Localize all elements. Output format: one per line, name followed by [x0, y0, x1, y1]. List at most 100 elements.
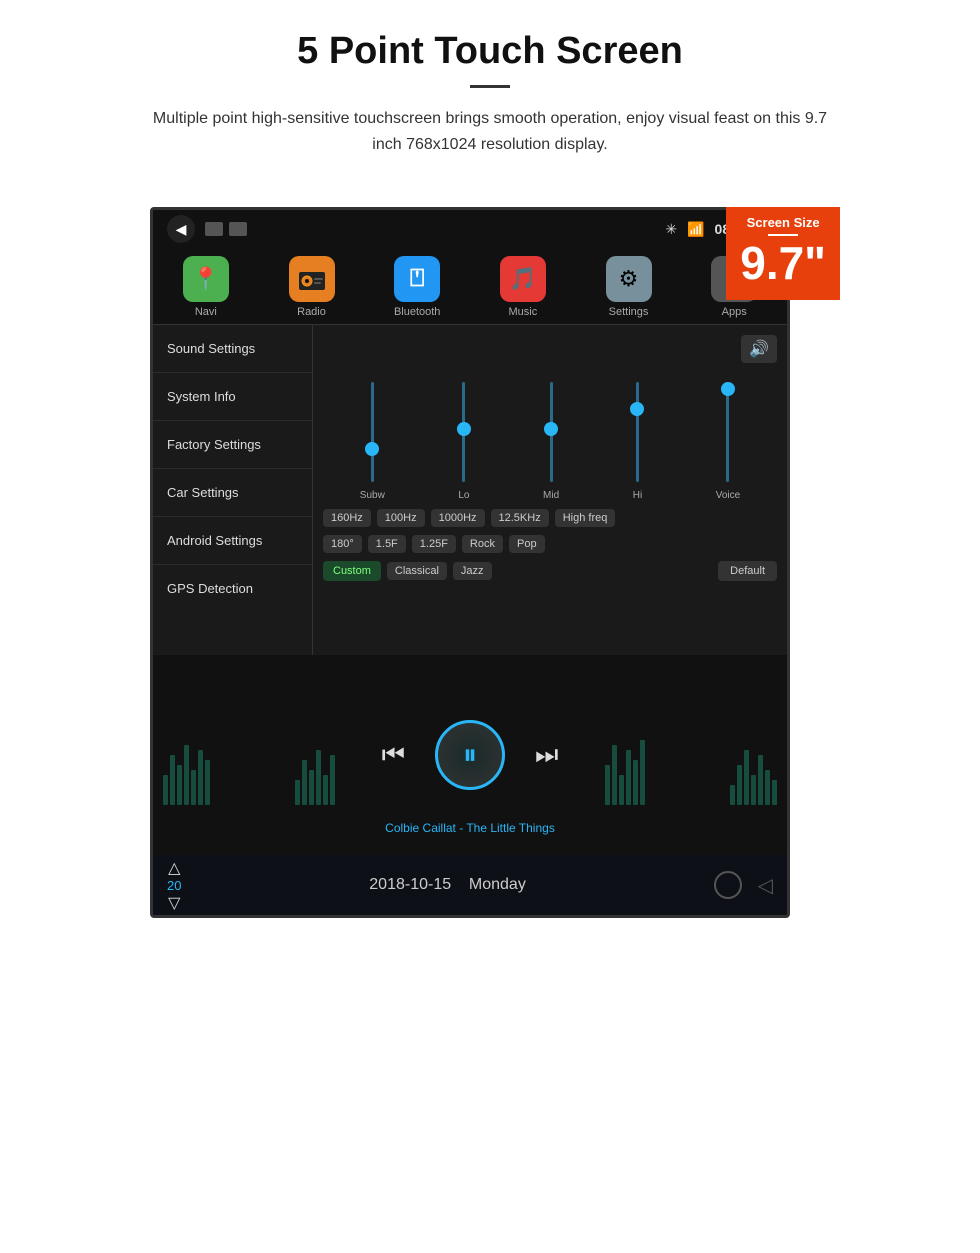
viz-bar [316, 750, 321, 805]
preset-btn-rock[interactable]: Rock [462, 535, 503, 553]
slider-thumb-mid[interactable] [544, 422, 558, 436]
viz-bar [205, 760, 210, 805]
sidebar-item-factory-settings[interactable]: Factory Settings [153, 421, 312, 469]
nav-label-bluetooth: Bluetooth [394, 306, 440, 318]
eq-slider-mid: Mid [543, 382, 559, 501]
volume-up-button[interactable]: △ [168, 858, 180, 878]
screen-badge-label: Screen Size [740, 215, 826, 230]
eq-slider-lo: Lo [458, 382, 469, 501]
volume-button[interactable]: 🔊 [741, 335, 777, 363]
nav-label-settings: Settings [609, 306, 649, 318]
slider-thumb-hi[interactable] [630, 402, 644, 416]
battery-icon [205, 222, 223, 236]
status-bar: ◀ ✳ 📶 08:11 ⌃ [153, 210, 787, 248]
eq-slider-subw: Subw [360, 382, 385, 501]
volume-down-button[interactable]: ▽ [168, 893, 180, 913]
slider-thumb-lo[interactable] [457, 422, 471, 436]
nav-item-settings[interactable]: ⚙ Settings [576, 248, 682, 324]
preset-btn-180[interactable]: 180° [323, 535, 362, 553]
eq-slider-voice: Voice [716, 382, 740, 501]
home-button[interactable] [714, 871, 742, 899]
page-title: 5 Point Touch Screen [60, 30, 920, 73]
nav-icon-bluetooth: ⍞ [394, 256, 440, 302]
nav-item-bluetooth[interactable]: ⍞ Bluetooth [364, 248, 470, 324]
viz-bars-left [163, 745, 210, 805]
sidebar-item-gps-detection[interactable]: GPS Detection [153, 565, 312, 612]
slider-label-lo: Lo [458, 490, 469, 501]
preset-btn-15f[interactable]: 1.5F [368, 535, 406, 553]
nav-icon-radio [289, 256, 335, 302]
track-name: Colbie Caillat - The Little Things [385, 821, 555, 835]
mode-btn-classical[interactable]: Classical [387, 562, 447, 580]
viz-bar [640, 740, 645, 805]
play-pause-button[interactable]: ⏸ [435, 720, 505, 790]
screen-badge-size: 9.7" [740, 237, 826, 289]
viz-bar [323, 775, 328, 805]
mode-btn-jazz[interactable]: Jazz [453, 562, 492, 580]
page-description: Multiple point high-sensitive touchscree… [140, 106, 840, 157]
default-button[interactable]: Default [718, 561, 777, 581]
freq-btn-125khz[interactable]: 12.5KHz [491, 509, 549, 527]
slider-label-mid: Mid [543, 490, 559, 501]
slider-label-voice: Voice [716, 490, 740, 501]
viz-bar [330, 755, 335, 805]
viz-bar [744, 750, 749, 805]
slider-label-hi: Hi [633, 490, 642, 501]
music-player: ⏮ ⏸ ⏭ Colbie Caillat - The Little Things [153, 655, 787, 855]
viz-bar [170, 755, 175, 805]
viz-bar [302, 760, 307, 805]
preset-btn-pop[interactable]: Pop [509, 535, 545, 553]
back-button[interactable]: ◀ [167, 215, 195, 243]
nav-item-music[interactable]: 🎵 Music [470, 248, 576, 324]
viz-bars-left2 [295, 750, 335, 805]
viz-bar [191, 770, 196, 805]
nav-label-navi: Navi [195, 306, 217, 318]
device-wrapper: Screen Size 9.7" ◀ ✳ 📶 08:11 ⌃ [150, 207, 830, 918]
volume-number: 20 [167, 878, 181, 893]
slider-track-hi[interactable] [636, 382, 639, 482]
next-button[interactable]: ⏭ [535, 739, 558, 771]
slider-track-voice[interactable] [726, 382, 729, 482]
viz-bars-right2 [730, 750, 777, 805]
screen-badge-divider [768, 234, 798, 236]
sidebar-item-system-info[interactable]: System Info [153, 373, 312, 421]
sidebar-item-android-settings[interactable]: Android Settings [153, 517, 312, 565]
freq-btn-1000hz[interactable]: 1000Hz [431, 509, 485, 527]
freq-btn-highfreq[interactable]: High freq [555, 509, 616, 527]
viz-bar [184, 745, 189, 805]
slider-track-mid[interactable] [550, 382, 553, 482]
signal-icon: 📶 [687, 221, 704, 238]
nav-bar: 📍 Navi Radio ⍞ Bluetooth [153, 248, 787, 325]
slider-thumb-subw[interactable] [365, 442, 379, 456]
sidebar: Sound Settings System Info Factory Setti… [153, 325, 313, 655]
viz-bar [619, 775, 624, 805]
eq-panel: 🔊 Subw Lo [313, 325, 787, 655]
back-triangle-button[interactable]: ◁ [758, 873, 773, 898]
sidebar-item-car-settings[interactable]: Car Settings [153, 469, 312, 517]
nav-item-navi[interactable]: 📍 Navi [153, 248, 259, 324]
preset-btn-125f[interactable]: 1.25F [412, 535, 456, 553]
eq-mode-row: Custom Classical Jazz Default [323, 561, 777, 581]
prev-button[interactable]: ⏮ [382, 739, 405, 771]
bluetooth-status-icon: ✳ [665, 221, 677, 238]
mode-btn-custom[interactable]: Custom [323, 561, 381, 581]
slider-thumb-voice[interactable] [721, 382, 735, 396]
status-left: ◀ [167, 215, 247, 243]
sidebar-item-sound-settings[interactable]: Sound Settings [153, 325, 312, 373]
date-display: 2018-10-15 Monday [369, 876, 526, 894]
slider-track-lo[interactable] [462, 382, 465, 482]
screen-badge: Screen Size 9.7" [726, 207, 840, 300]
slider-track-subw[interactable] [371, 382, 374, 482]
pause-icon: ⏸ [463, 739, 477, 772]
bottom-bar: △ 20 ▽ 2018-10-15 Monday ◁ [153, 855, 787, 915]
title-underline [470, 85, 510, 88]
nav-icon-settings: ⚙ [606, 256, 652, 302]
viz-bar [633, 760, 638, 805]
viz-bar [730, 785, 735, 805]
freq-btn-160hz[interactable]: 160Hz [323, 509, 371, 527]
page-header: 5 Point Touch Screen Multiple point high… [0, 0, 980, 177]
status-icons [205, 222, 247, 236]
viz-bar [626, 750, 631, 805]
nav-item-radio[interactable]: Radio [259, 248, 365, 324]
freq-btn-100hz[interactable]: 100Hz [377, 509, 425, 527]
